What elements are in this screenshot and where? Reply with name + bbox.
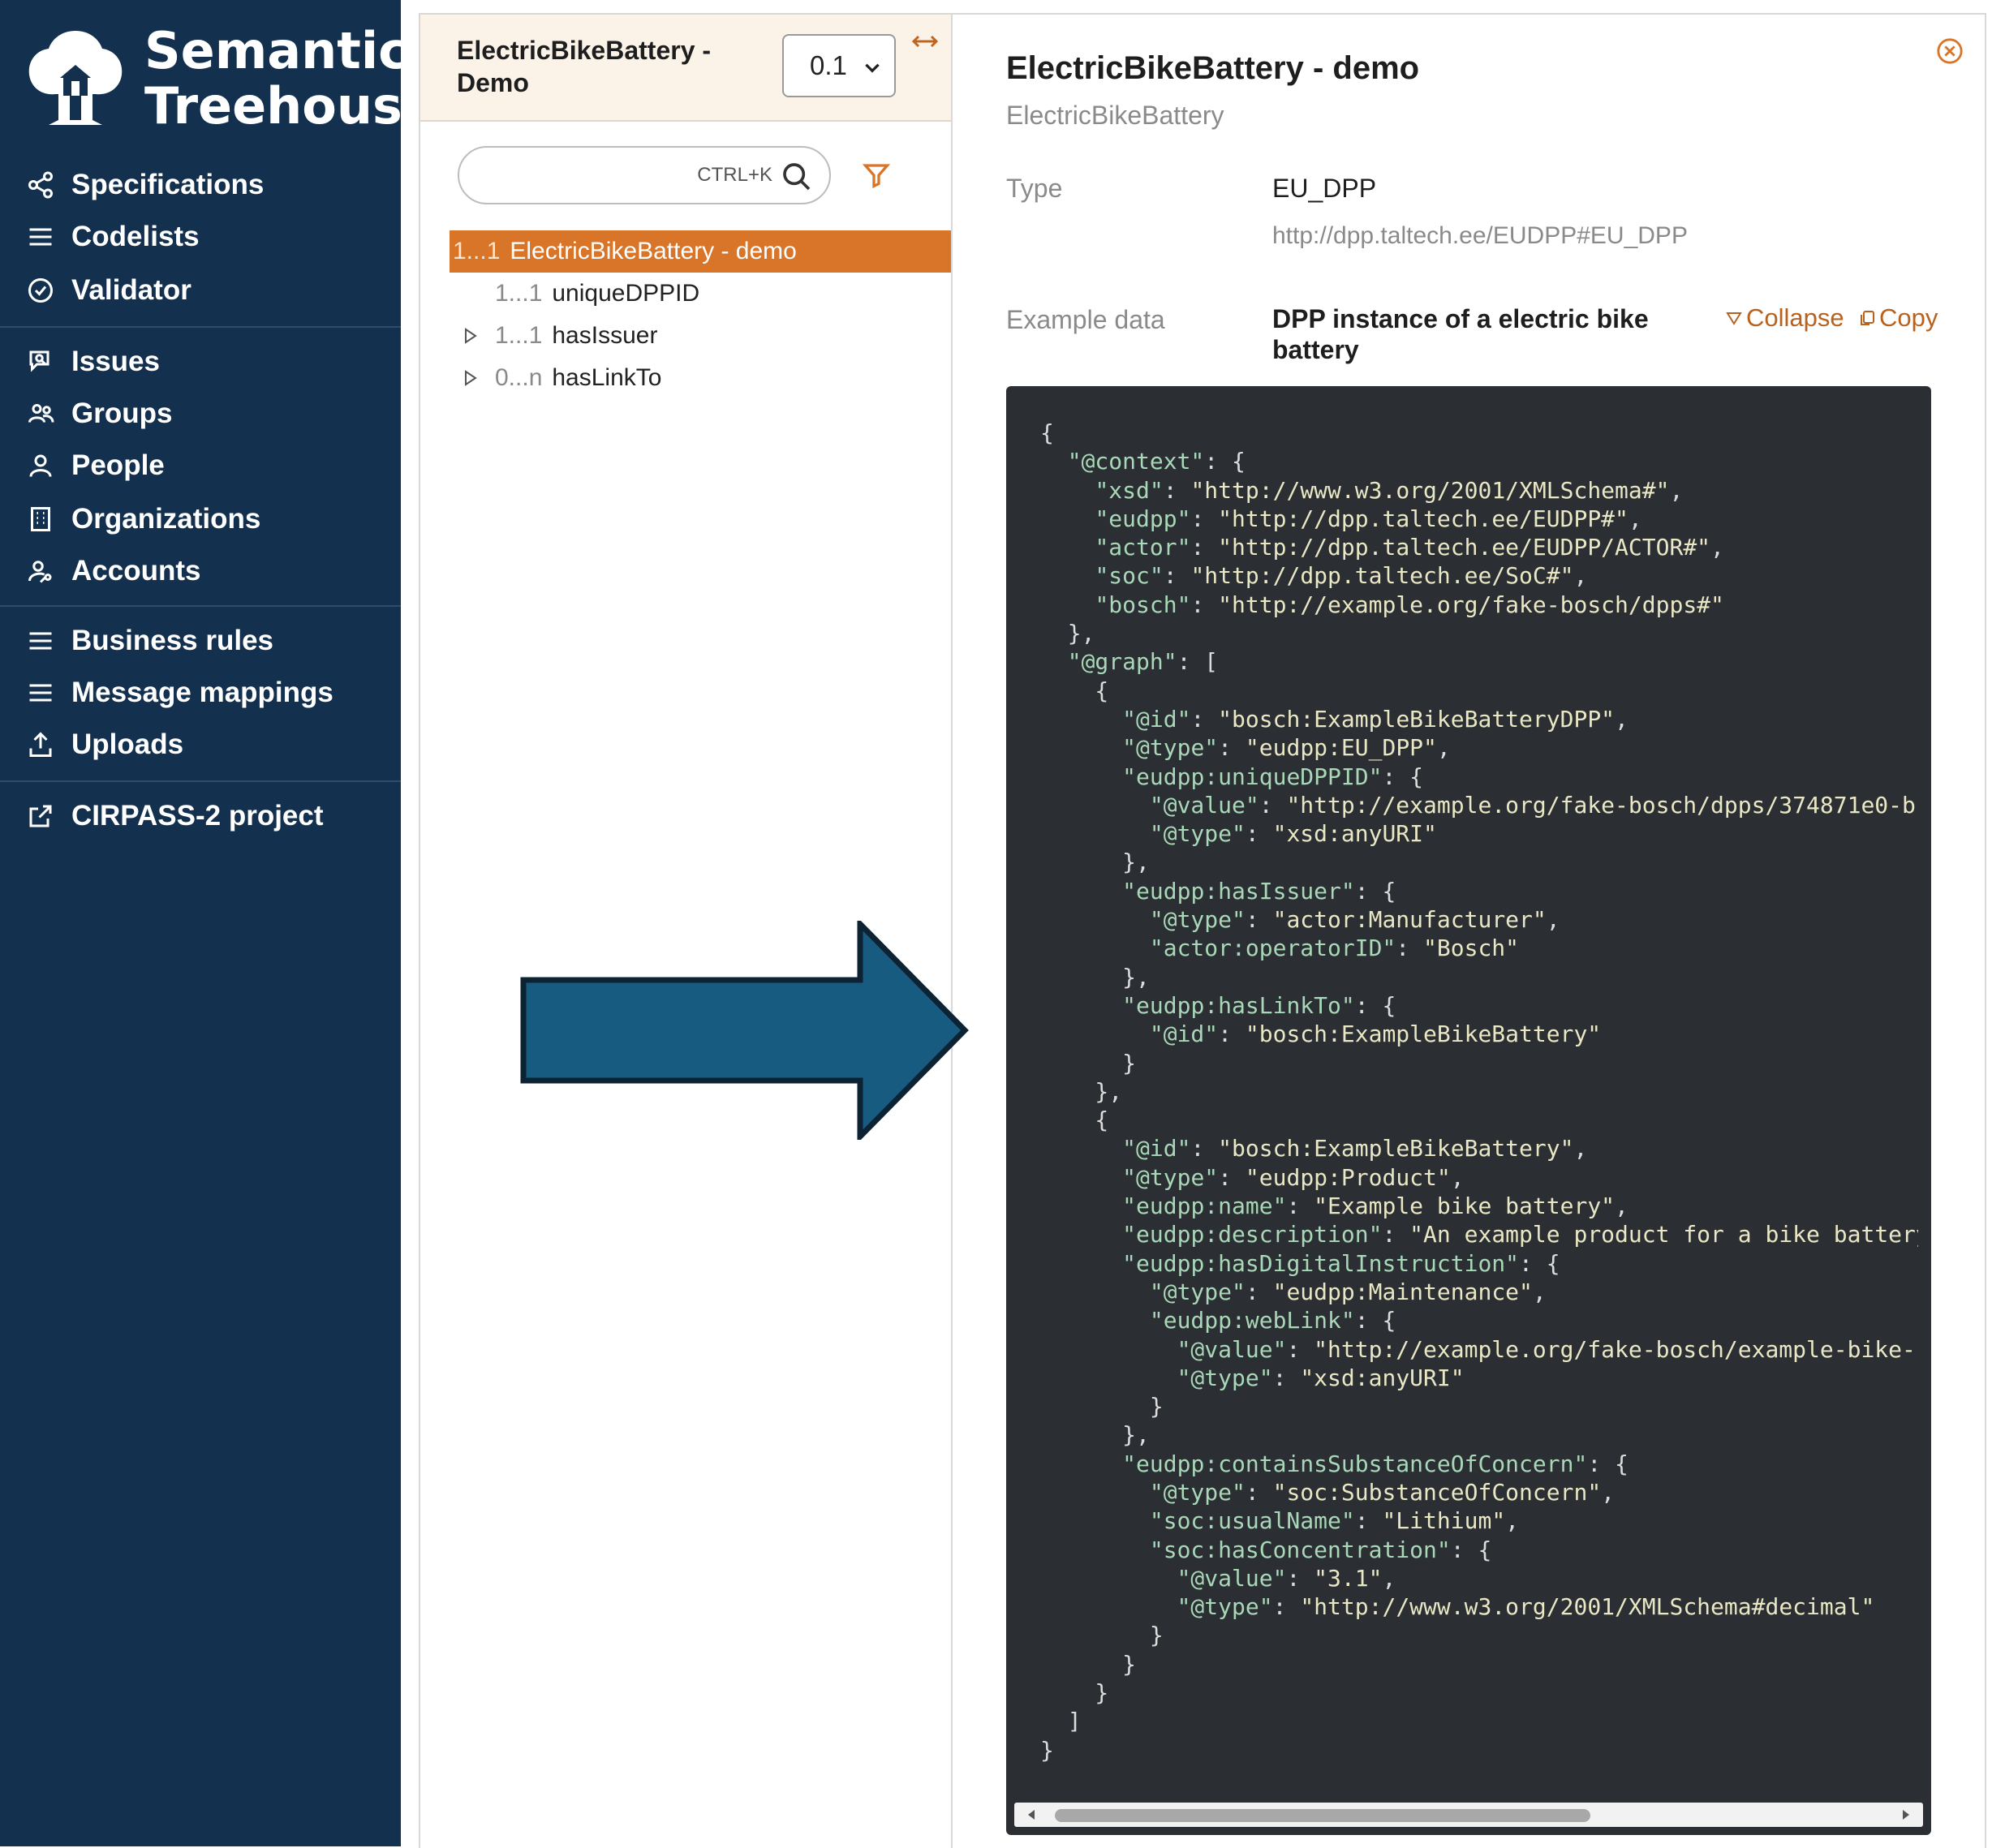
nav-divider bbox=[0, 605, 401, 607]
caret-right-icon[interactable] bbox=[461, 369, 479, 387]
code-viewport: { "@context": { "xsd": "http://www.w3.or… bbox=[1006, 386, 1918, 1790]
nav-groups[interactable]: Groups bbox=[26, 391, 172, 436]
user-key-icon bbox=[28, 561, 52, 583]
close-icon[interactable] bbox=[1936, 37, 1964, 65]
collapse-button[interactable]: Collapse bbox=[1725, 303, 1844, 333]
nav-label: Business rules bbox=[71, 625, 273, 656]
brand[interactable]: Semantic Treehouse bbox=[24, 23, 437, 136]
list-icon bbox=[29, 684, 52, 702]
list-icon bbox=[29, 632, 52, 650]
nav-divider bbox=[0, 326, 401, 328]
search-shortcut-hint: CTRL+K bbox=[697, 164, 772, 186]
collapse-label: Collapse bbox=[1746, 303, 1844, 332]
check-circle-icon bbox=[28, 278, 53, 303]
brand-name-line-1: Semantic bbox=[144, 21, 408, 80]
cardinality: 1...1 bbox=[495, 322, 543, 349]
nav-organizations[interactable]: Organizations bbox=[26, 496, 260, 542]
expand-width-icon[interactable] bbox=[910, 29, 940, 54]
type-value: EU_DPP bbox=[1272, 174, 1377, 203]
tree-node-hasissuer[interactable]: 1...1 hasIssuer bbox=[461, 315, 657, 357]
cardinality: 1...1 bbox=[495, 280, 543, 307]
example-title: DPP instance of a electric bike battery bbox=[1272, 304, 1649, 364]
search-input[interactable]: CTRL+K bbox=[458, 146, 831, 204]
cardinality: 1...1 bbox=[453, 238, 501, 264]
nav-cirpass-project[interactable]: CIRPASS-2 project bbox=[26, 793, 324, 839]
scroll-right-icon[interactable] bbox=[1899, 1808, 1912, 1821]
nav-validator[interactable]: Validator bbox=[26, 268, 191, 313]
nav-label: Message mappings bbox=[71, 677, 333, 708]
nav-label: Codelists bbox=[71, 221, 200, 252]
tree-node-label: hasLinkTo bbox=[552, 364, 662, 391]
search-icon[interactable] bbox=[781, 161, 813, 193]
tree-node-uniquedppid[interactable]: 1...1 uniqueDPPID bbox=[495, 273, 699, 315]
version-value: 0.1 bbox=[810, 50, 847, 80]
tree-header: ElectricBikeBattery - Demo 0.1 bbox=[420, 15, 953, 122]
nav-issues[interactable]: Issues bbox=[26, 339, 160, 385]
tree-node-label: hasIssuer bbox=[552, 322, 658, 349]
nav-message-mappings[interactable]: Message mappings bbox=[26, 670, 333, 716]
nav-label: Issues bbox=[71, 346, 160, 377]
cardinality: 0...n bbox=[495, 364, 543, 391]
horizontal-scrollbar[interactable] bbox=[1014, 1803, 1923, 1827]
external-link-icon bbox=[29, 805, 52, 827]
person-icon bbox=[29, 454, 52, 477]
nav-uploads[interactable]: Uploads bbox=[26, 722, 183, 767]
tree-node-haslinkto[interactable]: 0...n hasLinkTo bbox=[461, 357, 661, 399]
version-select[interactable]: 0.1 bbox=[782, 34, 896, 97]
nav-codelists[interactable]: Codelists bbox=[26, 214, 200, 260]
upload-icon bbox=[29, 732, 52, 757]
annotation-arrow-icon bbox=[520, 921, 969, 1140]
copy-button[interactable]: Copy bbox=[1858, 303, 1938, 333]
detail-title: ElectricBikeBattery - demo bbox=[1006, 50, 1420, 86]
copy-label: Copy bbox=[1879, 303, 1938, 332]
tree-node-label: ElectricBikeBattery - demo bbox=[510, 238, 797, 264]
chevron-down-icon bbox=[865, 63, 880, 73]
copy-icon bbox=[1861, 311, 1874, 325]
nav-label: People bbox=[71, 449, 165, 481]
treehouse-logo-icon bbox=[28, 31, 123, 125]
json-code: { "@context": { "xsd": "http://www.w3.or… bbox=[1040, 419, 1918, 1764]
building-icon bbox=[31, 507, 50, 531]
nav-label: CIRPASS-2 project bbox=[71, 800, 324, 832]
brand-name-line-2: Treehouse bbox=[144, 76, 437, 135]
type-uri[interactable]: http://dpp.taltech.ee/EUDPP#EU_DPP bbox=[1272, 222, 1688, 250]
nav-people[interactable]: People bbox=[26, 443, 165, 488]
triangle-down-icon bbox=[1726, 312, 1742, 325]
example-label: Example data bbox=[1006, 305, 1165, 334]
example-code-block[interactable]: { "@context": { "xsd": "http://www.w3.or… bbox=[1006, 386, 1931, 1835]
scrollbar-thumb[interactable] bbox=[1055, 1809, 1590, 1822]
caret-right-icon[interactable] bbox=[461, 327, 479, 345]
tree-node-root[interactable]: 1...1 ElectricBikeBattery - demo bbox=[450, 230, 956, 273]
tree-node-label: uniqueDPPID bbox=[552, 280, 700, 307]
filter-icon[interactable] bbox=[862, 161, 891, 190]
nav-label: Validator bbox=[71, 274, 191, 306]
detail-subtitle: ElectricBikeBattery bbox=[1006, 101, 1224, 130]
spec-title: ElectricBikeBattery - Demo bbox=[457, 36, 712, 97]
list-icon bbox=[29, 228, 52, 246]
nav-specifications[interactable]: Specifications bbox=[26, 162, 264, 208]
nav-label: Specifications bbox=[71, 169, 265, 200]
nav-label: Uploads bbox=[71, 728, 184, 760]
type-label: Type bbox=[1006, 174, 1063, 203]
nav-business-rules[interactable]: Business rules bbox=[26, 618, 273, 664]
share-nodes-icon bbox=[28, 171, 53, 199]
chat-search-icon bbox=[29, 350, 49, 372]
nav-label: Accounts bbox=[71, 555, 201, 587]
sidebar: Semantic Treehouse Specifications Codeli… bbox=[0, 0, 437, 1846]
users-icon bbox=[28, 404, 54, 423]
nav-label: Organizations bbox=[71, 503, 261, 535]
scroll-left-icon[interactable] bbox=[1026, 1808, 1039, 1821]
nav-label: Groups bbox=[71, 398, 173, 429]
nav-divider bbox=[0, 780, 401, 782]
nav-accounts[interactable]: Accounts bbox=[26, 548, 200, 594]
detail-panel: ElectricBikeBattery - demo ElectricBikeB… bbox=[951, 13, 1986, 1848]
